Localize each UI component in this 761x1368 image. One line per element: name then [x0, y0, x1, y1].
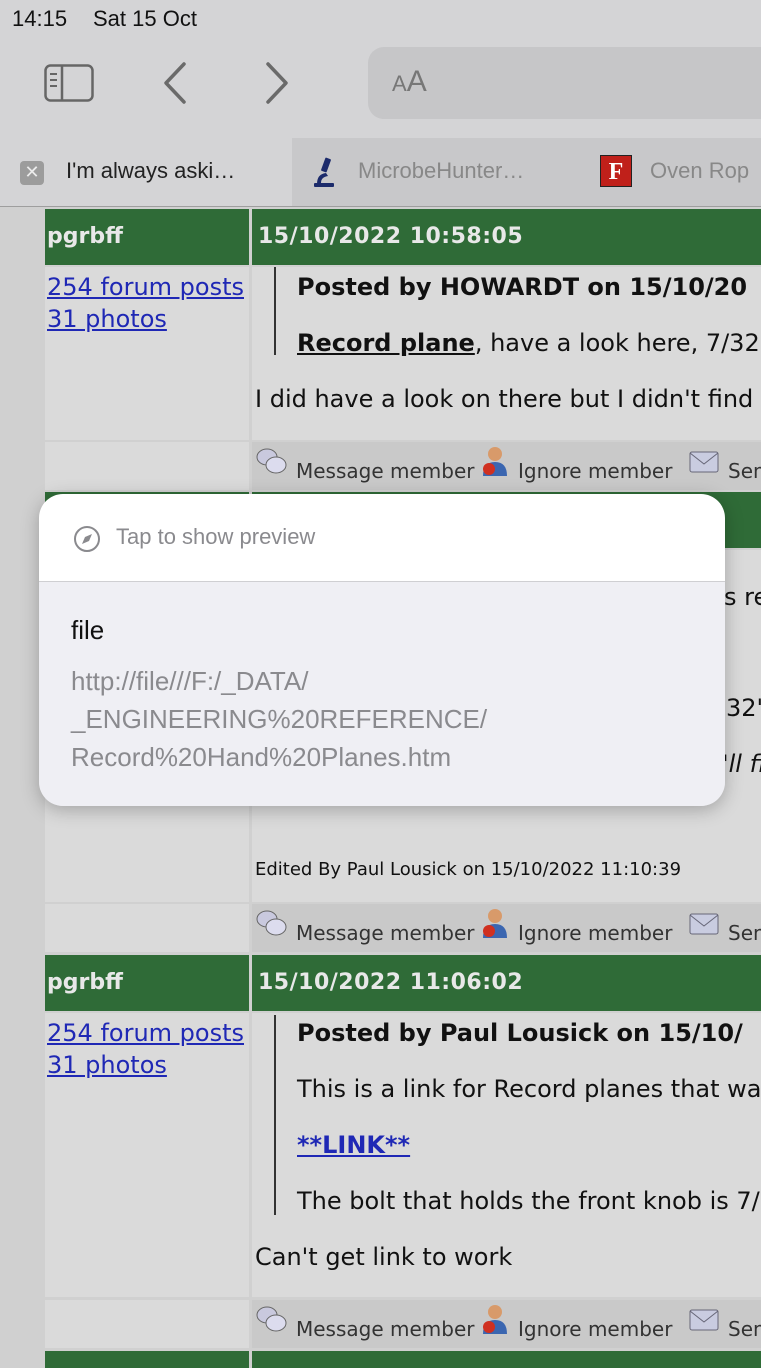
quote-header: Posted by Paul Lousick on 15/10/ [297, 1019, 743, 1047]
send-link[interactable]: Sen [728, 1317, 761, 1341]
post-actions: Message member Ignore member Sen [252, 1300, 761, 1348]
tab-title: MicrobeHunter… [358, 158, 525, 183]
status-date: Sat 15 Oct [93, 6, 197, 31]
status-bar: 14:15 Sat 15 Oct [0, 0, 761, 40]
back-icon[interactable] [158, 60, 198, 106]
post-reply: Can't get link to work [255, 1243, 513, 1271]
post-author: pgrbff [47, 224, 123, 249]
ignore-user-icon [483, 1305, 507, 1334]
post-author-header: pgrbff [45, 955, 249, 1011]
quote-bar [274, 1015, 276, 1215]
actions-spacer [45, 904, 249, 952]
preview-details: file http://file///F:/_DATA/ _ENGINEERIN… [39, 582, 725, 806]
envelope-icon [689, 913, 719, 935]
actions-spacer [45, 1300, 249, 1348]
post-body: Posted by HOWARDT on 15/10/20 Record pla… [252, 267, 761, 440]
tab-bar: ✕ I'm always aski… MicrobeHunter… F Oven… [0, 138, 761, 207]
hidden-fragment: 32" [726, 694, 761, 722]
envelope-icon [689, 451, 719, 473]
record-plane-link[interactable]: Record plane [297, 329, 475, 357]
quote-line: The bolt that holds the front knob is 7/ [297, 1187, 760, 1215]
post-body: Posted by Paul Lousick on 15/10/ This is… [252, 1013, 761, 1297]
post-datetime: 15/10/2022 11:06:02 [258, 970, 524, 995]
post-sidebar: 254 forum posts 31 photos [45, 1013, 249, 1297]
ignore-member-link[interactable]: Ignore member [518, 1317, 672, 1341]
show-preview-button[interactable]: Tap to show preview [39, 494, 725, 582]
quote-bar [274, 267, 276, 355]
post-date-header [252, 1351, 761, 1368]
ignore-user-icon [483, 447, 507, 476]
photos-link[interactable]: 31 photos [47, 1051, 167, 1079]
post-author-header [45, 1351, 249, 1368]
send-link[interactable]: Sen [728, 459, 761, 483]
hidden-fragment: s re [724, 583, 761, 611]
post-author-header: pgrbff [45, 209, 249, 265]
address-bar[interactable]: AA [368, 47, 761, 119]
quote-line: This is a link for Record planes that wa [297, 1075, 761, 1103]
forum-posts-link[interactable]: 254 forum posts [47, 1019, 244, 1047]
photos-link[interactable]: 31 photos [47, 305, 167, 333]
preview-title: file [71, 615, 105, 645]
tab-title: I'm always aski… [66, 158, 236, 183]
tab-microbehunter[interactable]: MicrobeHunter… [292, 138, 584, 206]
ignore-member-link[interactable]: Ignore member [518, 921, 672, 945]
sidebar-toggle-icon[interactable] [44, 64, 94, 102]
post-author: pgrbff [47, 970, 123, 995]
post-actions: Message member Ignore member Sen [252, 442, 761, 490]
browser-toolbar: AA [0, 40, 761, 138]
post-date-header: 15/10/2022 11:06:02 [252, 955, 761, 1011]
microscope-icon [314, 157, 334, 187]
forward-icon[interactable] [258, 60, 298, 106]
link-preview-popup: Tap to show preview file http://file///F… [39, 494, 725, 806]
tap-to-show-preview: Tap to show preview [116, 524, 316, 549]
hidden-fragment: 'll fi [722, 750, 761, 778]
edited-note: Edited By Paul Lousick on 15/10/2022 11:… [255, 859, 682, 880]
actions-spacer [45, 442, 249, 490]
chat-bubbles-icon [256, 910, 287, 936]
ignore-member-link[interactable]: Ignore member [518, 459, 672, 483]
chat-bubbles-icon [256, 448, 287, 474]
message-member-link[interactable]: Message member [296, 1317, 475, 1341]
quote-header: Posted by HOWARDT on 15/10/20 [297, 273, 748, 301]
tab-oven-rop[interactable]: F Oven Rop [583, 138, 761, 206]
forum-posts-link[interactable]: 254 forum posts [47, 273, 244, 301]
post-reply: I did have a look on there but I didn't … [255, 385, 754, 413]
link-anchor[interactable]: **LINK** [297, 1131, 410, 1159]
ignore-user-icon [483, 909, 507, 938]
send-link[interactable]: Sen [728, 921, 761, 945]
quote-line: Record plane, have a look here, 7/32 [297, 329, 760, 357]
message-member-link[interactable]: Message member [296, 921, 475, 945]
post-sidebar: 254 forum posts 31 photos [45, 267, 249, 440]
post-datetime: 15/10/2022 10:58:05 [258, 224, 524, 249]
envelope-icon [689, 1309, 719, 1331]
post-date-header: 15/10/2022 10:58:05 [252, 209, 761, 265]
f-logo-icon: F [600, 155, 632, 187]
tab-active[interactable]: ✕ I'm always aski… [0, 138, 293, 206]
chat-bubbles-icon [256, 1306, 287, 1332]
post-actions: Message member Ignore member Sen [252, 904, 761, 952]
compass-icon [74, 526, 100, 552]
tab-title: Oven Rop [650, 158, 750, 183]
close-icon[interactable]: ✕ [20, 161, 44, 185]
preview-url: http://file///F:/_DATA/ _ENGINEERING%20R… [71, 666, 488, 772]
status-time: 14:15 [12, 6, 68, 31]
reader-options-button[interactable]: AA [392, 65, 427, 99]
message-member-link[interactable]: Message member [296, 459, 475, 483]
